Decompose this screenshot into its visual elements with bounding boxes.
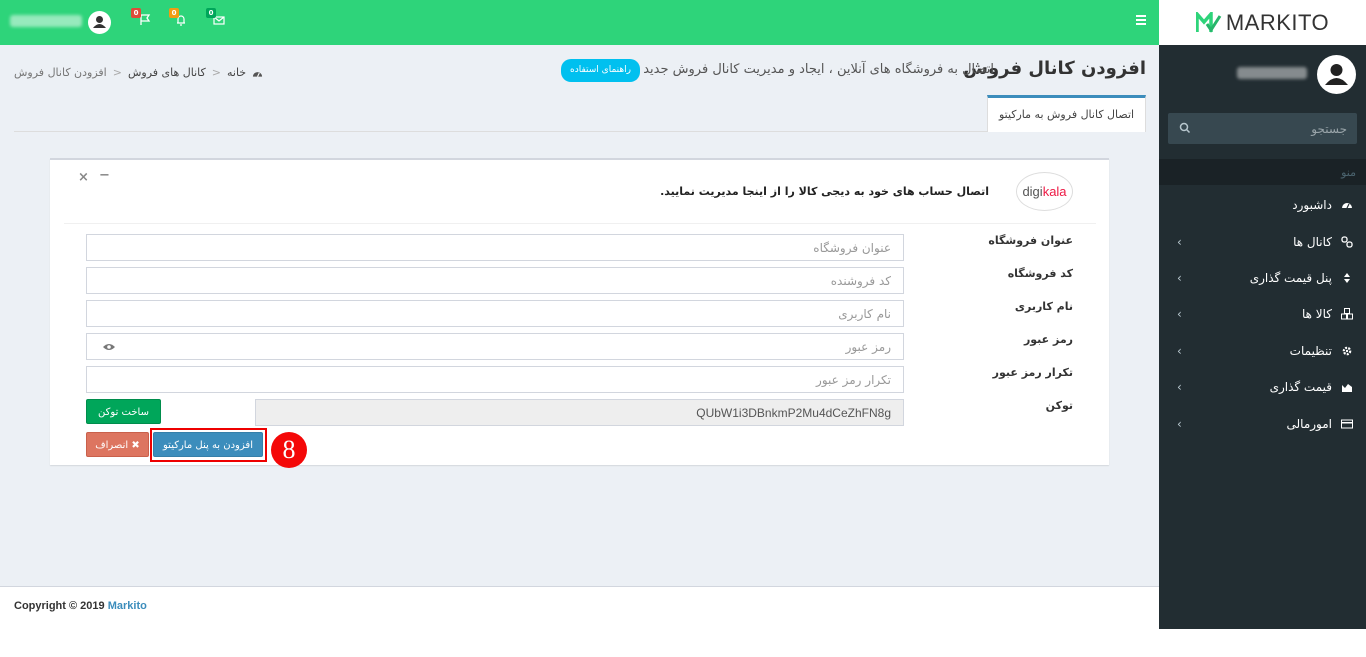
sidebar-item-settings[interactable]: ‹ تنظیمات <box>1159 334 1366 370</box>
box-description: اتصال حساب های خود به دیجی کالا را از ای… <box>660 185 989 198</box>
dashboard-icon <box>1340 199 1354 213</box>
breadcrumb-channels-link[interactable]: کانال های فروش <box>128 66 206 79</box>
breadcrumb-home-link[interactable]: خانه <box>227 66 246 79</box>
chevron-left-icon: ‹ <box>1177 271 1182 285</box>
digikala-logo: digikala <box>1016 172 1073 211</box>
sidebar-avatar <box>1317 55 1356 94</box>
sidebar-item-pricing[interactable]: ‹ قیمت گذاری <box>1159 370 1366 406</box>
cancel-button[interactable]: انصراف ✖ <box>86 432 149 457</box>
messages-badge: 0 <box>206 8 216 18</box>
area-chart-icon <box>1340 381 1354 395</box>
page-subtitle: اتصال به فروشگاه های آنلاین ، ایجاد و مد… <box>643 62 994 77</box>
footer: Copyright © 2019 Markito <box>0 586 1159 629</box>
step-number-marker: 8 <box>271 432 307 468</box>
sidebar-toggle-icon[interactable] <box>1136 15 1146 25</box>
gear-icon <box>1340 345 1354 359</box>
password-label: رمز عبور <box>1023 333 1073 346</box>
step-highlight-frame <box>150 428 267 462</box>
confirm-password-input[interactable]: تکرار رمز عبور <box>86 366 904 393</box>
credit-card-icon <box>1340 418 1354 432</box>
collapse-box-icon[interactable]: − <box>99 168 110 183</box>
username-label: نام کاربری <box>1014 300 1073 313</box>
box-header-divider <box>64 223 1096 224</box>
guide-button[interactable]: راهنمای استفاده <box>561 59 640 82</box>
top-navbar: 0 0 0 <box>0 0 1159 45</box>
store-code-input[interactable]: کد فروشنده <box>86 267 904 294</box>
notifications-badge: 0 <box>169 8 179 18</box>
token-input: QUbW1i3DBnkmP2Mu4dCeZhFN8g <box>255 399 904 426</box>
sidebar-item-products[interactable]: ‹ کالا ها <box>1159 297 1366 333</box>
store-code-label: کد فروشگاه <box>1007 267 1073 280</box>
sidebar: جستجو منو داشبورد ‹ کانال ها ‹ پنل قیمت … <box>1159 45 1366 629</box>
brand-name: MARKITO <box>1225 9 1330 35</box>
bottom-strip <box>0 629 1366 657</box>
channel-form-box: × − digikala اتصال حساب های خود به دیجی … <box>50 158 1109 468</box>
cubes-icon <box>1340 308 1354 322</box>
sidebar-username-blurred <box>1237 67 1307 79</box>
brand-logo[interactable]: MARKITO <box>1159 0 1366 45</box>
chevron-left-icon: ‹ <box>1177 380 1182 394</box>
top-user-avatar[interactable] <box>88 11 111 34</box>
user-icon <box>1325 64 1348 85</box>
sidebar-item-finance[interactable]: ‹ امورمالی <box>1159 407 1366 443</box>
chevron-left-icon: ‹ <box>1177 344 1182 358</box>
sidebar-item-pricing-panel[interactable]: ‹ پنل قیمت گذاری <box>1159 261 1366 297</box>
breadcrumb-current: افزودن کانال فروش <box>14 66 107 79</box>
top-user-name-blurred <box>10 15 82 27</box>
search-icon[interactable] <box>1178 121 1192 135</box>
flags-badge: 0 <box>131 8 141 18</box>
user-icon <box>93 16 106 28</box>
remove-box-icon[interactable]: × <box>78 170 89 185</box>
sidebar-menu-header: منو <box>1159 159 1366 185</box>
store-title-input[interactable]: عنوان فروشگاه <box>86 234 904 261</box>
generate-token-button[interactable]: ساخت توکن <box>86 399 161 424</box>
sidebar-item-channels[interactable]: ‹ کانال ها <box>1159 225 1366 261</box>
copyright-text: Copyright © 2019 Markito <box>14 600 147 612</box>
confirm-password-label: تکرار رمز عبور <box>992 366 1073 379</box>
token-label: توکن <box>1045 399 1073 412</box>
tab-connect-channel[interactable]: اتصال کانال فروش به مارکیتو <box>987 95 1146 132</box>
breadcrumb: افزودن کانال فروش > کانال های فروش > خان… <box>14 66 263 79</box>
markito-logo-icon <box>1195 11 1222 33</box>
close-icon: ✖ <box>131 440 140 451</box>
sidebar-item-dashboard[interactable]: داشبورد <box>1159 188 1366 224</box>
sidebar-search-input[interactable]: جستجو <box>1168 113 1357 144</box>
search-placeholder: جستجو <box>1311 122 1347 136</box>
password-input[interactable]: رمز عبور <box>86 333 904 360</box>
tabs-divider <box>14 131 1146 132</box>
chevron-left-icon: ‹ <box>1177 307 1182 321</box>
username-input[interactable]: نام کاربری <box>86 300 904 327</box>
chevron-left-icon: ‹ <box>1177 235 1182 249</box>
dashboard-icon <box>253 71 263 77</box>
chevron-left-icon: ‹ <box>1177 417 1182 431</box>
eye-icon[interactable] <box>102 340 116 354</box>
link-icon <box>1340 236 1354 250</box>
sort-icon <box>1340 272 1354 286</box>
store-title-label: عنوان فروشگاه <box>988 234 1073 247</box>
